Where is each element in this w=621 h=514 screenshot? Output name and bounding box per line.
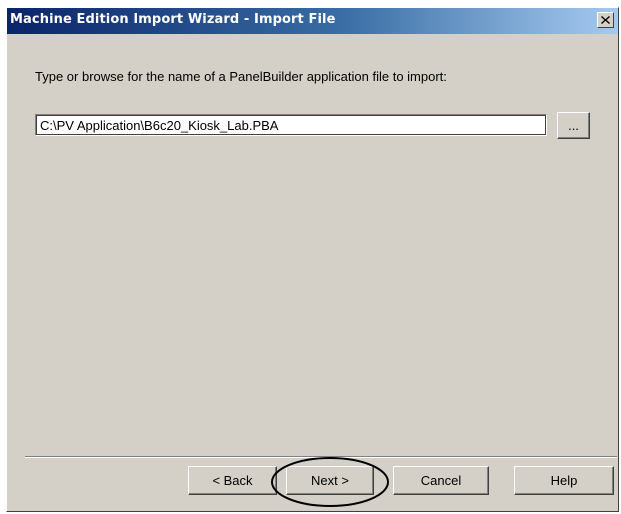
cancel-button[interactable]: Cancel <box>393 466 489 495</box>
close-icon <box>601 16 610 24</box>
next-button[interactable]: Next > <box>286 466 374 495</box>
import-file-dialog: Machine Edition Import Wizard - Import F… <box>6 7 619 512</box>
title-bar[interactable]: Machine Edition Import Wizard - Import F… <box>7 8 618 34</box>
button-separator <box>25 456 617 458</box>
close-button[interactable] <box>597 12 614 28</box>
window-title: Machine Edition Import Wizard - Import F… <box>10 12 336 27</box>
back-button[interactable]: < Back <box>188 466 277 495</box>
import-prompt-label: Type or browse for the name of a PanelBu… <box>35 69 447 84</box>
application-file-path-input[interactable] <box>35 114 547 136</box>
help-button[interactable]: Help <box>514 466 614 495</box>
browse-button[interactable]: ... <box>557 112 590 139</box>
